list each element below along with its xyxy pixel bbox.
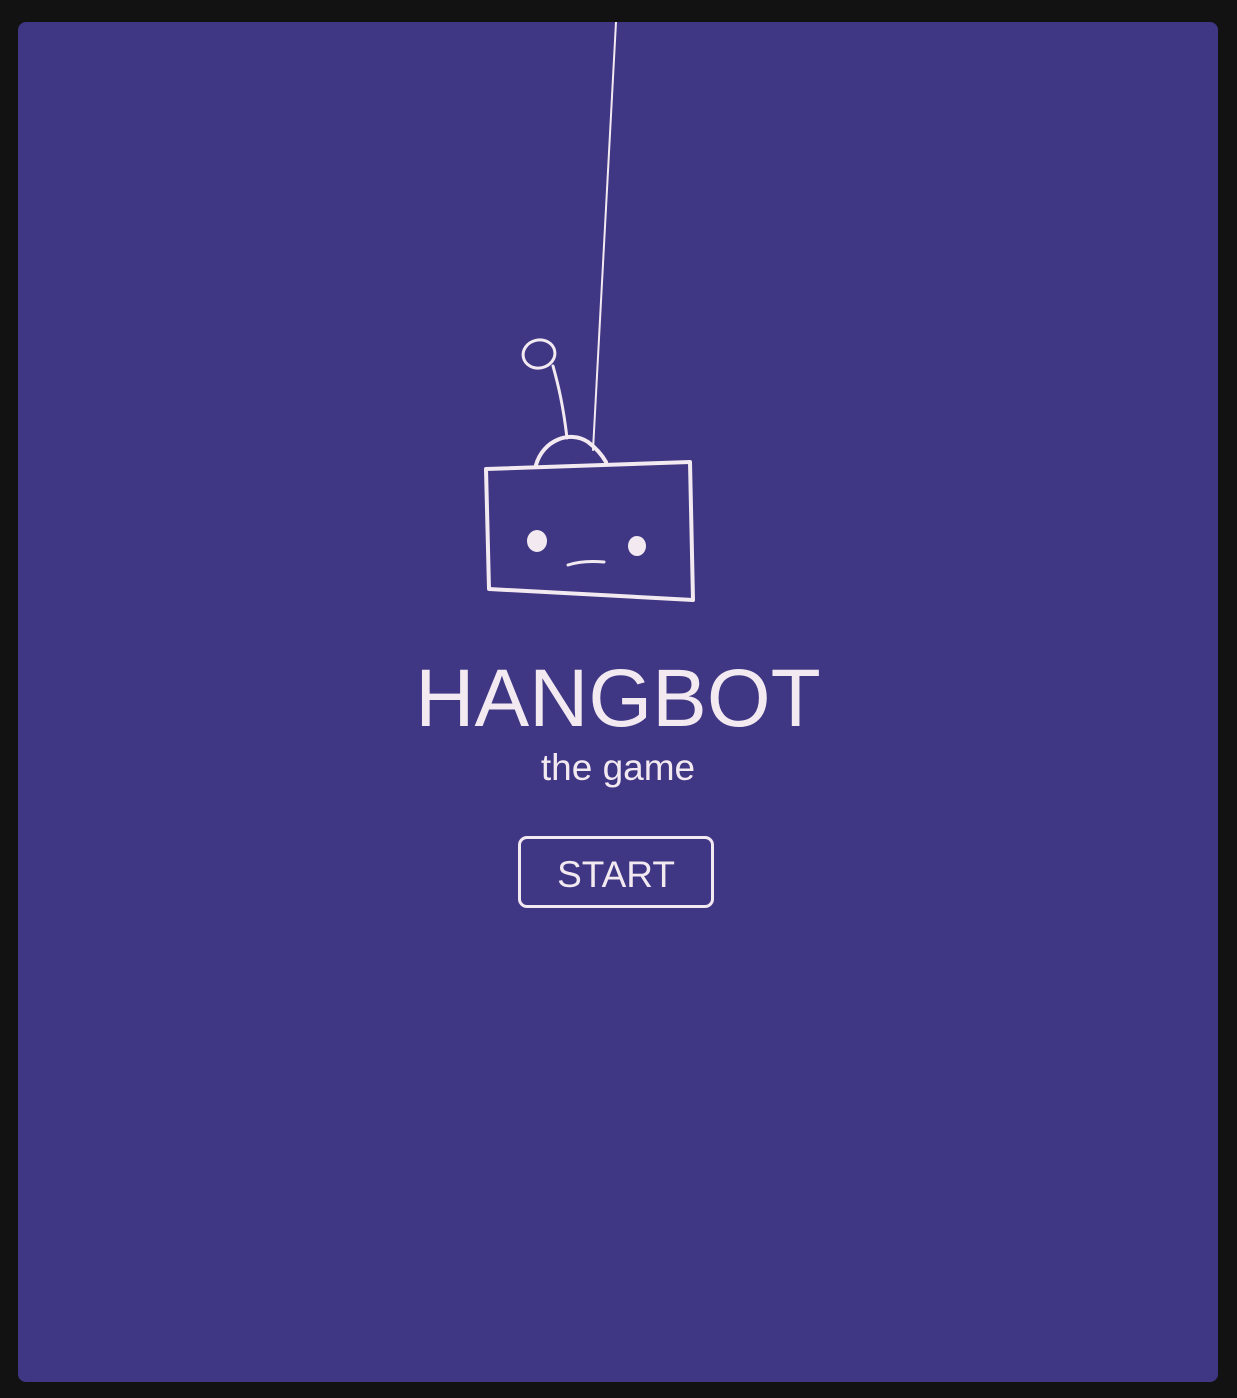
- robot-dome: [534, 435, 608, 467]
- hanging-string: [592, 22, 617, 451]
- robot-mouth: [566, 559, 606, 567]
- antenna-icon: [521, 338, 569, 440]
- hanging-robot-illustration: [484, 22, 695, 602]
- game-screen: HANGBOT the game START: [18, 22, 1218, 1382]
- robot-right-eye: [628, 536, 646, 556]
- robot-left-eye: [527, 530, 547, 552]
- game-title: HANGBOT: [415, 653, 821, 744]
- game-subtitle: the game: [540, 747, 696, 788]
- start-button[interactable]: START: [518, 836, 714, 908]
- robot-head-icon: [484, 460, 695, 602]
